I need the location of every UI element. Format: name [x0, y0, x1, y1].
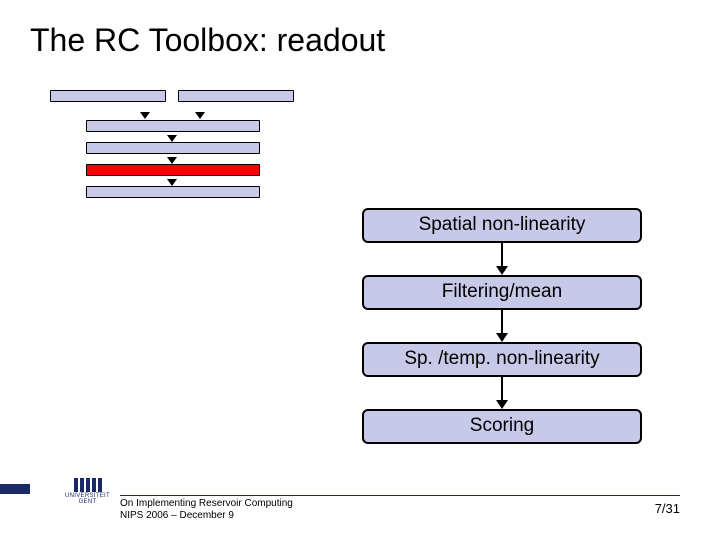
- down-arrow-icon: [167, 179, 177, 186]
- box-filtering-mean: Filtering/mean: [362, 275, 642, 310]
- footer: UNIVERSITEIT GENT On Implementing Reserv…: [0, 480, 720, 540]
- stack-bar: [86, 142, 260, 154]
- footer-note-line1: On Implementing Reservoir Computing: [120, 498, 293, 510]
- down-arrow-icon: [167, 135, 177, 142]
- down-arrow-icon: [140, 112, 150, 119]
- footer-accent: [0, 484, 30, 494]
- stack-bar: [178, 90, 294, 102]
- slide-title: The RC Toolbox: readout: [30, 22, 385, 59]
- down-arrow-icon: [167, 157, 177, 164]
- stack-bar: [50, 90, 166, 102]
- logo-pillars-icon: [74, 478, 102, 492]
- box-sp-temp-nonlinearity: Sp. /temp. non-linearity: [362, 342, 642, 377]
- stack-bar: [86, 186, 260, 198]
- down-arrow-icon: [195, 112, 205, 119]
- stack-bar: [86, 120, 260, 132]
- logo-text-line2: GENT: [79, 499, 97, 505]
- page-number: 7/31: [655, 501, 680, 516]
- stack-bar-highlight: [86, 164, 260, 176]
- university-logo: UNIVERSITEIT GENT: [60, 478, 115, 508]
- down-arrow-icon: [362, 377, 642, 409]
- box-spatial-nonlinearity: Spatial non-linearity: [362, 208, 642, 243]
- readout-pipeline: Spatial non-linearity Filtering/mean Sp.…: [362, 208, 642, 444]
- box-scoring: Scoring: [362, 409, 642, 444]
- footer-note-line2: NIPS 2006 – December 9: [120, 510, 293, 522]
- footer-note: On Implementing Reservoir Computing NIPS…: [120, 498, 293, 522]
- footer-divider: [120, 495, 680, 496]
- slide: The RC Toolbox: readout Spatial non-line…: [0, 0, 720, 540]
- down-arrow-icon: [362, 310, 642, 342]
- down-arrow-icon: [362, 243, 642, 275]
